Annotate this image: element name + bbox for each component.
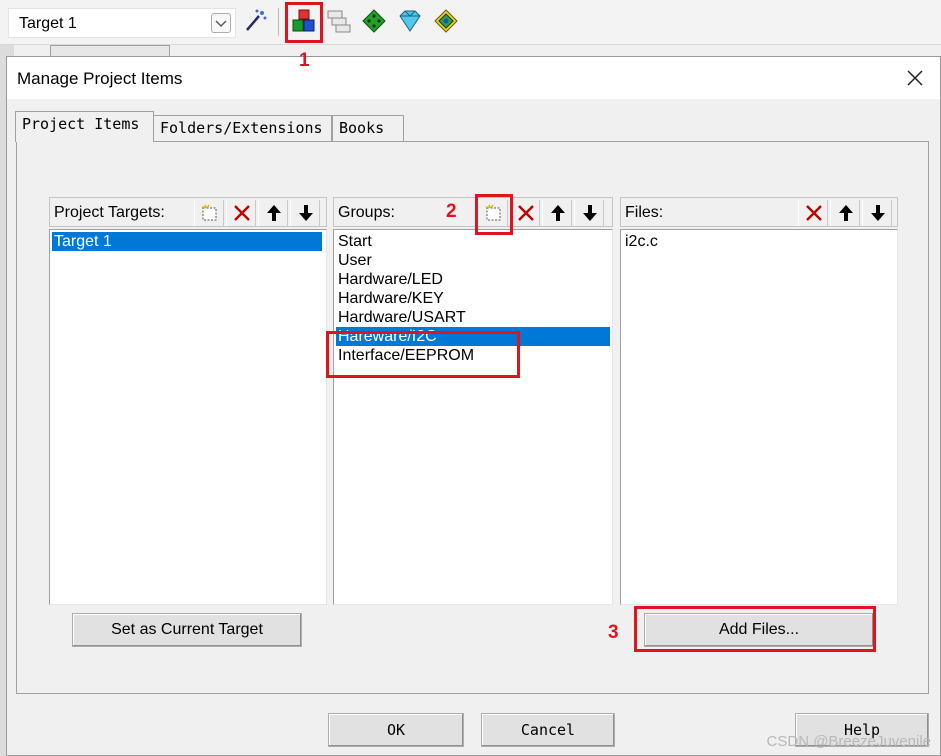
new-target-button[interactable] xyxy=(194,200,224,226)
arrow-down-icon xyxy=(299,205,313,221)
list-item-target[interactable]: Target 1 xyxy=(52,232,322,251)
project-targets-pane: Project Targets: Target 1 xyxy=(49,197,327,605)
list-item-group[interactable]: User xyxy=(336,251,372,270)
delete-group-button[interactable] xyxy=(510,200,540,226)
groups-label: Groups: xyxy=(338,204,395,221)
delete-target-button[interactable] xyxy=(226,200,256,226)
arrow-up-icon xyxy=(267,205,281,221)
close-icon[interactable] xyxy=(904,67,926,89)
list-item-group[interactable]: Start xyxy=(336,232,372,251)
arrow-up-icon xyxy=(839,205,853,221)
move-file-up-button[interactable] xyxy=(830,200,860,226)
list-item-file[interactable]: i2c.c xyxy=(623,232,658,251)
groups-list[interactable]: Start User Hardware/LED Hardware/KEY Har… xyxy=(333,229,613,605)
delete-x-icon xyxy=(806,205,822,221)
annotation-box-groups xyxy=(326,331,520,378)
cancel-button[interactable]: Cancel xyxy=(481,713,615,747)
annotation-box-new-group xyxy=(475,194,513,235)
delete-file-button[interactable] xyxy=(798,200,828,226)
tab-project-items[interactable]: Project Items xyxy=(15,111,154,142)
move-target-up-button[interactable] xyxy=(258,200,288,226)
tab-folders-extensions[interactable]: Folders/Extensions xyxy=(153,115,332,141)
move-group-up-button[interactable] xyxy=(542,200,572,226)
list-item-group[interactable]: Hardware/LED xyxy=(336,270,443,289)
chevron-down-icon[interactable] xyxy=(211,13,231,33)
files-list[interactable]: i2c.c xyxy=(620,229,898,605)
ok-button[interactable]: OK xyxy=(328,713,464,747)
set-current-target-button[interactable]: Set as Current Target xyxy=(72,613,302,647)
files-label: Files: xyxy=(625,204,664,221)
move-target-down-button[interactable] xyxy=(290,200,320,226)
annotation-box-add-files xyxy=(634,606,876,652)
delete-x-icon xyxy=(234,205,250,221)
files-header: Files: xyxy=(620,197,898,227)
toolbar: Target 1 xyxy=(0,0,941,45)
annotation-number-2: 2 xyxy=(446,201,457,222)
annotation-number-3: 3 xyxy=(608,622,619,643)
magic-wand-icon[interactable] xyxy=(243,8,269,34)
green-diamond-icon[interactable] xyxy=(361,8,387,34)
dialog-title: Manage Project Items xyxy=(17,69,183,88)
arrow-down-icon xyxy=(583,205,597,221)
move-file-down-button[interactable] xyxy=(862,200,892,226)
pack-installer-icon[interactable] xyxy=(433,8,459,34)
annotation-box-toolbar-icon xyxy=(285,2,323,43)
watermark: CSDN @BreezeJuvenile xyxy=(766,733,931,750)
dialog-title-bar: Manage Project Items xyxy=(7,57,940,99)
gem-icon[interactable] xyxy=(397,8,423,34)
new-item-icon xyxy=(201,204,217,221)
files-pane: Files: i2c.c xyxy=(620,197,898,605)
delete-x-icon xyxy=(518,205,534,221)
target-select[interactable]: Target 1 xyxy=(8,8,236,38)
toolbar-separator xyxy=(278,8,279,36)
arrow-up-icon xyxy=(551,205,565,221)
tab-books[interactable]: Books xyxy=(332,115,404,141)
move-group-down-button[interactable] xyxy=(574,200,604,226)
annotation-number-1: 1 xyxy=(299,50,310,71)
project-targets-label: Project Targets: xyxy=(54,204,165,221)
groups-header: Groups: xyxy=(333,197,613,227)
project-targets-list[interactable]: Target 1 xyxy=(49,229,327,605)
target-select-value: Target 1 xyxy=(19,15,77,32)
project-targets-header: Project Targets: xyxy=(49,197,327,227)
arrow-down-icon xyxy=(871,205,885,221)
list-item-group[interactable]: Hardware/KEY xyxy=(336,289,444,308)
list-item-group[interactable]: Hardware/USART xyxy=(336,308,466,327)
layers-icon[interactable] xyxy=(326,8,352,34)
groups-pane: Groups: Start User Hardware/LED Hardware… xyxy=(333,197,613,605)
